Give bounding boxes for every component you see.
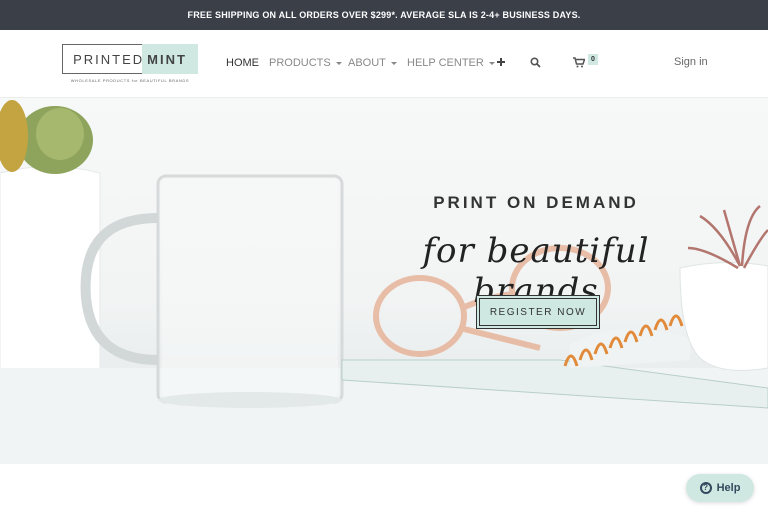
announcement-bar: FREE SHIPPING ON ALL ORDERS OVER $299*. … [0, 0, 768, 30]
sign-in-link[interactable]: Sign in [674, 56, 708, 68]
nav-products[interactable]: PRODUCTS [269, 55, 342, 71]
nav-about-label: ABOUT [348, 57, 386, 69]
nav-home[interactable]: HOME [226, 55, 259, 71]
main-nav: HOME PRODUCTS ABOUT HELP CENTER 0 Sign i… [0, 30, 768, 98]
nav-products-label: PRODUCTS [269, 57, 331, 69]
register-now-button[interactable]: REGISTER NOW [476, 295, 600, 329]
nav-home-label: HOME [226, 57, 259, 69]
help-widget-button[interactable]: ? Help [686, 474, 754, 502]
nav-help-center[interactable]: HELP CENTER [407, 55, 495, 71]
chevron-down-icon [335, 61, 342, 65]
question-icon: ? [699, 482, 712, 494]
plus-icon[interactable] [493, 54, 509, 70]
cart-count-badge: 0 [588, 54, 598, 65]
search-icon[interactable] [527, 54, 543, 70]
nav-about[interactable]: ABOUT [348, 55, 397, 71]
announcement-text: FREE SHIPPING ON ALL ORDERS OVER $299*. … [187, 10, 581, 20]
hero-title: PRINT ON DEMAND [433, 193, 639, 212]
cart-icon[interactable] [571, 54, 587, 70]
help-label: Help [716, 482, 741, 494]
chevron-down-icon [390, 61, 397, 65]
hero-banner: PRINT ON DEMAND for beautiful brands REG… [0, 98, 768, 464]
nav-help-center-label: HELP CENTER [407, 57, 484, 69]
